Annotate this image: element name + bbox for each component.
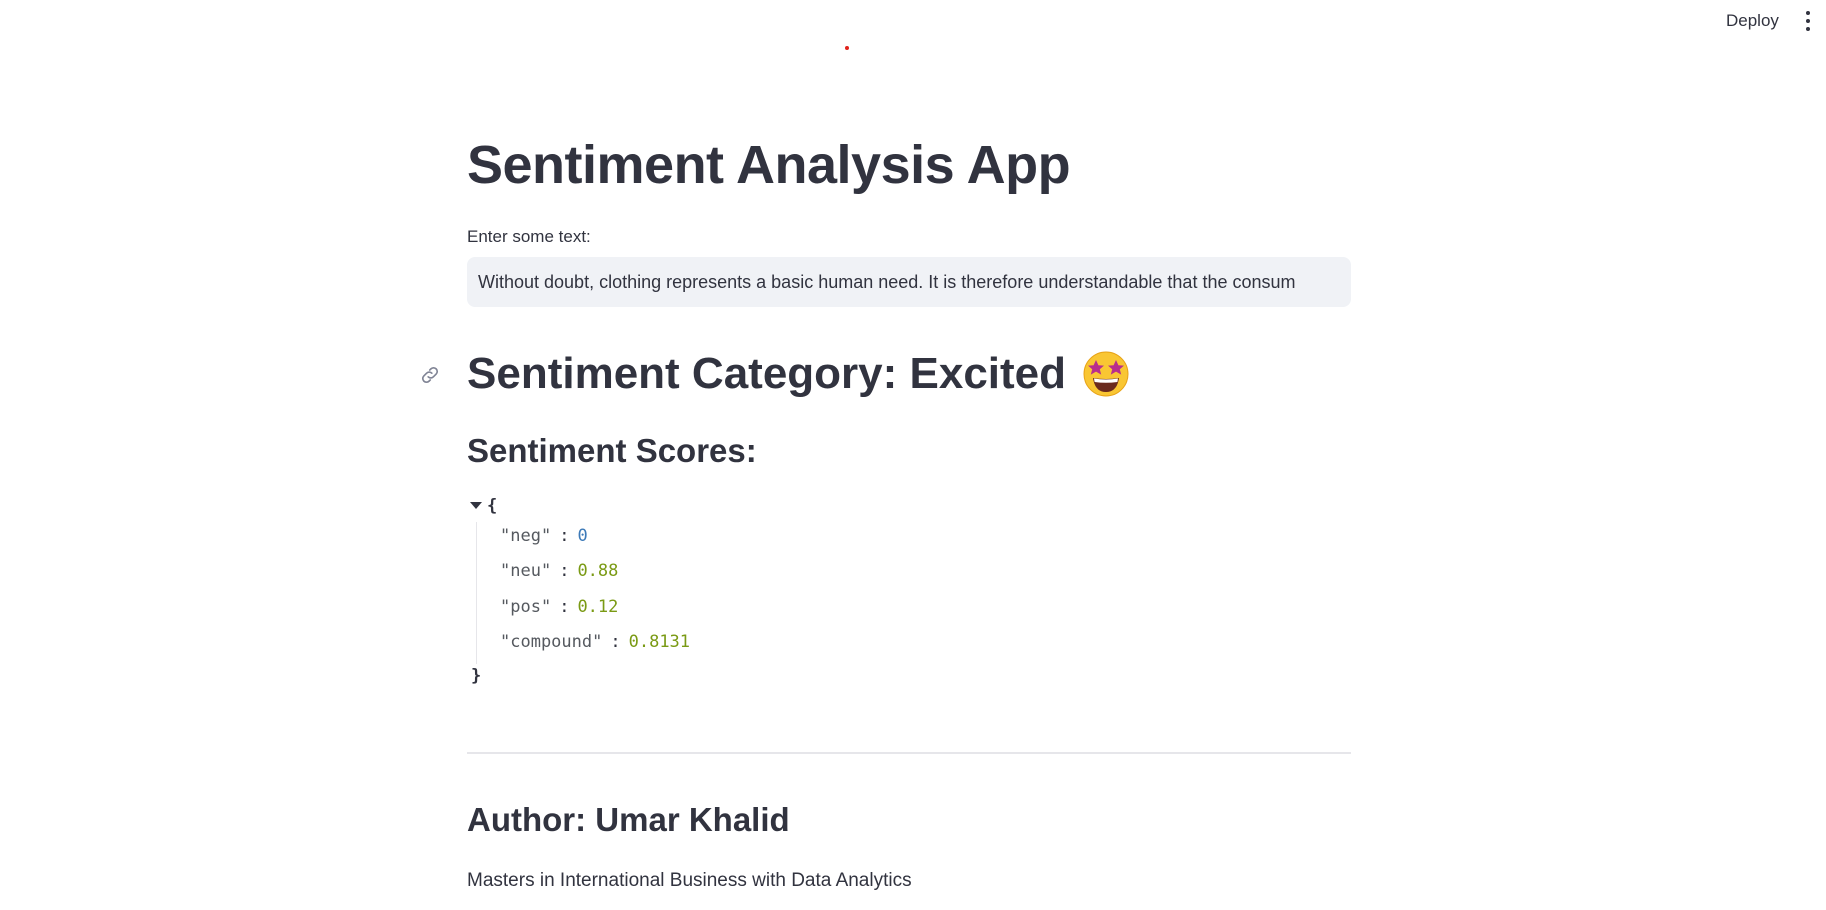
json-key: "neg" <box>500 526 552 546</box>
link-icon[interactable] <box>419 364 441 386</box>
text-input-label: Enter some text: <box>467 227 591 246</box>
json-value: 0 <box>577 526 588 546</box>
json-row-compound: "compound":0.8131 <box>500 632 690 656</box>
json-colon: : <box>559 561 570 581</box>
json-colon: : <box>559 526 570 546</box>
author-heading: Author: Umar Khalid <box>467 801 790 838</box>
json-key: "pos" <box>500 597 552 617</box>
app-page: Deploy Sentiment Analysis App Enter some… <box>0 0 1826 910</box>
json-value: 0.88 <box>577 561 619 581</box>
json-indent-rail <box>476 522 477 664</box>
menu-dot <box>1806 19 1810 23</box>
json-row-neg: "neg":0 <box>500 526 588 550</box>
menu-dot <box>1806 27 1810 31</box>
json-colon: : <box>610 632 621 652</box>
top-header: Deploy <box>0 0 1826 42</box>
sentiment-scores-heading: Sentiment Scores: <box>467 432 757 469</box>
json-row-neu: "neu":0.88 <box>500 561 618 585</box>
json-colon: : <box>559 597 570 617</box>
star-struck-emoji-icon <box>1083 351 1129 397</box>
divider <box>467 752 1351 754</box>
more-vertical-icon[interactable] <box>1800 9 1816 33</box>
page-title: Sentiment Analysis App <box>467 135 1071 195</box>
deploy-button[interactable]: Deploy <box>1718 8 1787 34</box>
json-open-brace: { <box>487 496 498 516</box>
collapse-toggle-icon[interactable] <box>470 502 482 509</box>
json-value: 0.12 <box>577 597 619 617</box>
menu-dot <box>1806 11 1810 15</box>
text-input[interactable] <box>467 257 1351 307</box>
json-value: 0.8131 <box>628 632 691 652</box>
author-subtitle: Masters in International Business with D… <box>467 870 912 891</box>
json-close-brace: } <box>471 666 482 686</box>
json-key: "compound" <box>500 632 603 652</box>
sentiment-category-text: Sentiment Category: Excited <box>467 349 1067 398</box>
sentiment-category-heading: Sentiment Category: Excited <box>467 349 1130 399</box>
json-row-pos: "pos":0.12 <box>500 597 618 621</box>
running-status-indicator <box>845 46 849 50</box>
json-key: "neu" <box>500 561 552 581</box>
